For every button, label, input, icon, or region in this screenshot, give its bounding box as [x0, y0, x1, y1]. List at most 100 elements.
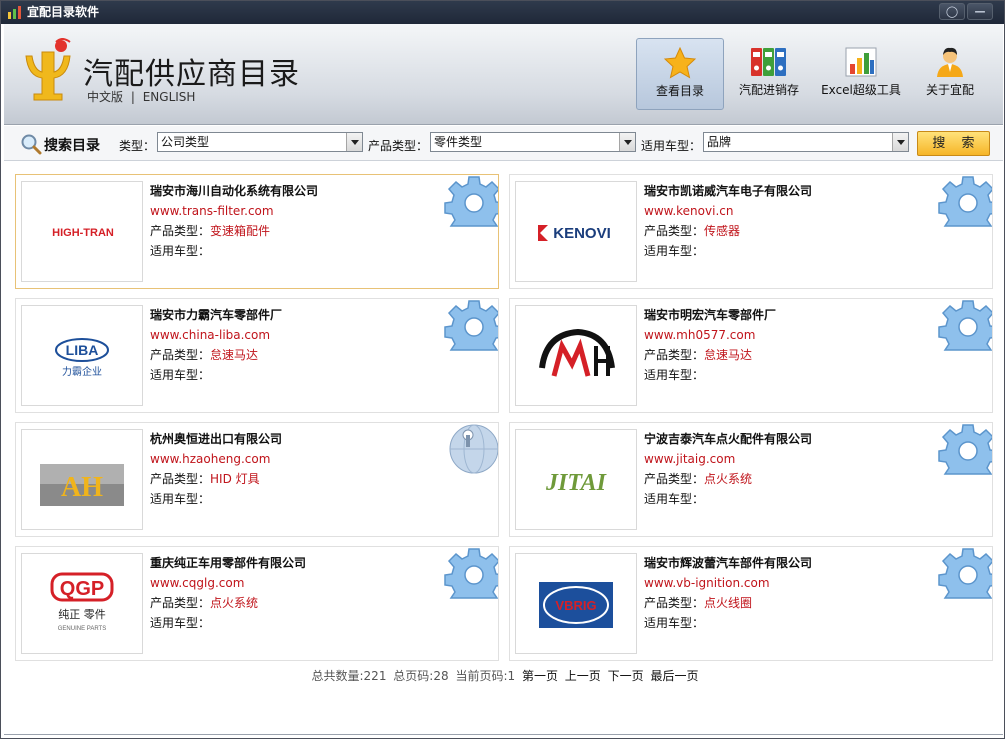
company-logo: QGP 纯正 零件 GENUINE PARTS [21, 553, 143, 654]
product-row: 产品类型：怠速马达 [150, 346, 258, 363]
mh-logo [539, 328, 615, 377]
vehicle-row: 适用车型： [150, 366, 210, 383]
search-button[interactable]: 搜 索 [917, 131, 990, 156]
field-label: 产品类型： [644, 472, 705, 486]
select-value: 品牌 [707, 135, 732, 149]
field-label: 适用车型： [150, 616, 211, 630]
company-url[interactable]: www.cqglg.com [150, 576, 244, 590]
product-value: HID 灯具 [210, 472, 260, 486]
product-type-label: 产品类型： [368, 139, 429, 153]
gear-icon [938, 176, 992, 227]
vehicle-row: 适用车型： [644, 490, 704, 507]
total-count: 总共数量:221 [311, 669, 387, 683]
lang-en-link[interactable]: ENGLISH [143, 90, 196, 104]
company-name[interactable]: 瑞安市海川自动化系统有限公司 [150, 182, 318, 199]
chat-icon[interactable]: ◯ [939, 3, 965, 20]
company-name[interactable]: 重庆纯正车用零部件有限公司 [150, 554, 306, 571]
vehicle-type-label: 适用车型： [641, 139, 702, 153]
gear-icon [444, 548, 498, 599]
prev-page-link[interactable]: 上一页 [565, 669, 601, 683]
product-value: 怠速马达 [210, 348, 259, 362]
field-label: 适用车型： [150, 244, 211, 258]
company-card[interactable]: AH 杭州奥恒进出口有限公司 www.hzaoheng.com 产品类型：HID… [15, 422, 499, 537]
company-url[interactable]: www.jitaig.com [644, 452, 735, 466]
vehicle-brand-select[interactable]: 品牌 [703, 132, 909, 152]
total-pages: 总页码:28 [393, 669, 449, 683]
nav-label: Excel超级工具 [821, 83, 901, 97]
field-label: 产品类型： [150, 348, 211, 362]
ah-logo: AH [40, 464, 124, 506]
product-row: 产品类型：点火线圈 [644, 594, 752, 611]
window-title: 宜配目录软件 [27, 5, 100, 19]
nav-about[interactable]: 关于宜配 [906, 38, 994, 110]
company-url[interactable]: www.vb-ignition.com [644, 576, 770, 590]
company-name[interactable]: 瑞安市力霸汽车零部件厂 [150, 306, 282, 323]
jitai-logo: JITAI [545, 470, 608, 496]
company-url[interactable]: www.kenovi.cn [644, 204, 733, 218]
next-page-link[interactable]: 下一页 [608, 669, 644, 683]
logo-subtext-en: GENUINE PARTS [58, 626, 106, 632]
company-logo: HIGH-TRAN [21, 181, 143, 282]
vehicle-row: 适用车型： [644, 366, 704, 383]
field-label: 产品类型： [150, 596, 211, 610]
company-list: HIGH-TRAN 瑞安市海川自动化系统有限公司 www.trans-filte… [4, 162, 1003, 735]
vehicle-row: 适用车型： [150, 490, 210, 507]
gear-icon [444, 176, 498, 227]
field-label: 适用车型： [150, 492, 211, 506]
gear-icon [938, 300, 992, 351]
logo-text: HIGH-TRAN [52, 227, 114, 239]
chevron-down-icon [619, 133, 635, 151]
gear-icon [938, 548, 992, 599]
first-page-link[interactable]: 第一页 [522, 669, 558, 683]
logo-text: QGP [60, 578, 104, 600]
pagination: 总共数量:221 总页码:28 当前页码:1 第一页 上一页 下一页 最后一页 [4, 667, 1003, 684]
company-url[interactable]: www.hzaoheng.com [150, 452, 270, 466]
product-value: 传感器 [704, 224, 741, 238]
company-type-select[interactable]: 公司类型 [157, 132, 363, 152]
product-row: 产品类型：传感器 [644, 222, 740, 239]
lang-separator: | [130, 90, 135, 104]
product-value: 点火系统 [210, 596, 259, 610]
company-url[interactable]: www.trans-filter.com [150, 204, 274, 218]
minimize-button[interactable]: — [967, 3, 993, 20]
qgp-logo: QGP 纯正 零件 GENUINE PARTS [50, 572, 114, 632]
company-card[interactable]: LIBA 力霸企业 瑞安市力霸汽车零部件厂 www.china-liba.com… [15, 298, 499, 413]
company-name[interactable]: 杭州奥恒进出口有限公司 [150, 430, 282, 447]
field-label: 产品类型： [644, 224, 705, 238]
field-label: 适用车型： [644, 492, 705, 506]
field-label: 产品类型： [150, 224, 211, 238]
logo-text: AH [61, 472, 103, 503]
current-page: 当前页码:1 [455, 669, 516, 683]
lang-cn-link[interactable]: 中文版 [87, 90, 123, 104]
vehicle-row: 适用车型： [644, 242, 704, 259]
product-type-select[interactable]: 零件类型 [430, 132, 636, 152]
bar-chart-icon [845, 47, 877, 77]
company-card[interactable]: KENOVI 瑞安市凯诺威汽车电子有限公司 www.kenovi.cn 产品类型… [509, 174, 993, 289]
last-page-link[interactable]: 最后一页 [650, 669, 698, 683]
company-card[interactable]: QGP 纯正 零件 GENUINE PARTS 重庆纯正车用零部件有限公司 ww… [15, 546, 499, 661]
company-url[interactable]: www.china-liba.com [150, 328, 270, 342]
company-name[interactable]: 瑞安市凯诺威汽车电子有限公司 [644, 182, 812, 199]
field-label: 适用车型： [150, 368, 211, 382]
nav-excel-tools[interactable]: Excel超级工具 [815, 38, 907, 110]
globe-icon [449, 424, 498, 474]
company-card[interactable]: JITAI 宁波吉泰汽车点火配件有限公司 www.jitaig.com 产品类型… [509, 422, 993, 537]
nav-inventory[interactable]: 汽配进销存 [725, 38, 813, 110]
company-name[interactable]: 瑞安市明宏汽车零部件厂 [644, 306, 776, 323]
product-row: 产品类型：怠速马达 [644, 346, 752, 363]
type-label: 类型： [119, 139, 156, 153]
company-card[interactable]: HIGH-TRAN 瑞安市海川自动化系统有限公司 www.trans-filte… [15, 174, 499, 289]
liba-logo: LIBA 力霸企业 [55, 338, 109, 378]
logo-subtext: 纯正 零件 [58, 608, 106, 621]
company-card[interactable]: 瑞安市明宏汽车零部件厂 www.mh0577.com 产品类型：怠速马达 适用车… [509, 298, 993, 413]
company-card[interactable]: VBRIG 瑞安市辉波蕾汽车部件有限公司 www.vb-ignition.com… [509, 546, 993, 661]
product-value: 怠速马达 [704, 348, 753, 362]
company-name[interactable]: 瑞安市辉波蕾汽车部件有限公司 [644, 554, 812, 571]
search-title: 搜索目录 [44, 138, 100, 154]
product-value: 点火系统 [704, 472, 753, 486]
nav-view-catalog[interactable]: 查看目录 [636, 38, 724, 110]
field-label: 适用车型： [644, 368, 705, 382]
field-label: 适用车型： [644, 616, 705, 630]
company-url[interactable]: www.mh0577.com [644, 328, 755, 342]
company-name[interactable]: 宁波吉泰汽车点火配件有限公司 [644, 430, 812, 447]
